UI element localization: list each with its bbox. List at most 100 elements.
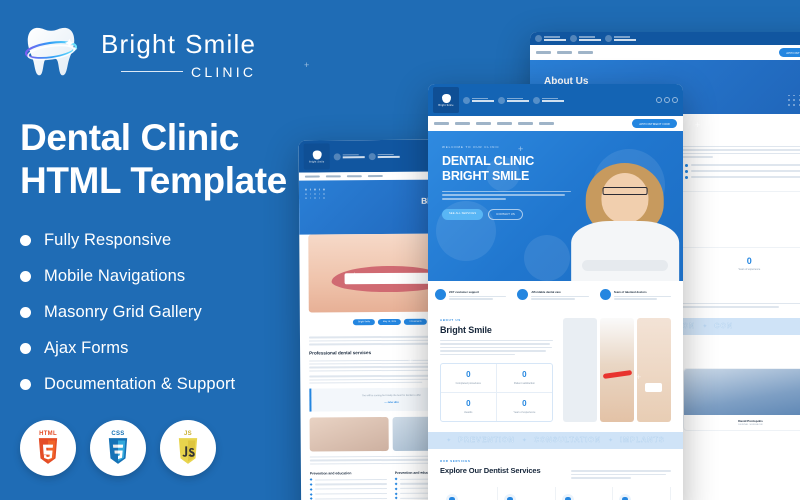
list-item (685, 169, 800, 173)
contact-email (605, 35, 636, 42)
meta-date: May 15, 2024 (377, 319, 402, 326)
mail-icon (533, 96, 540, 104)
nav-item[interactable] (346, 175, 362, 178)
nav-item-services[interactable] (476, 122, 491, 125)
services-grid: Smile designRead More Aesthetic dentistr… (440, 486, 671, 500)
nav-item[interactable] (536, 51, 551, 54)
mockup-logo: Bright Smile (433, 87, 459, 113)
plus-decor-icon: + (352, 270, 358, 280)
team-photo (684, 368, 800, 415)
sparkle-icon: ✦ (608, 438, 614, 445)
headline-line-2: HTML Template (20, 160, 287, 202)
nav-item[interactable] (578, 51, 593, 54)
tooth-icon (503, 493, 516, 500)
page-title: Dental Clinic HTML Template (20, 116, 300, 203)
contact-phone (570, 35, 601, 42)
photo-smile (637, 318, 671, 423)
marquee-item: PREVENTION (458, 437, 515, 445)
list-item: Documentation & Support (20, 375, 300, 394)
nav-item-about[interactable] (455, 122, 470, 125)
list-item (309, 483, 388, 487)
service-card[interactable]: Aesthetic dentistryRead More (498, 486, 556, 500)
appointment-button[interactable]: APPOINTMENT NOW (779, 48, 800, 57)
social-icons[interactable] (656, 97, 678, 103)
service-card[interactable]: Smile designRead More (440, 486, 498, 500)
feature-label: Mobile Navigations (44, 266, 186, 285)
nav-item-contact[interactable] (539, 122, 554, 125)
css3-shield-icon (108, 438, 128, 464)
contact-address (463, 96, 494, 104)
support-icon (435, 289, 446, 300)
stat-number: 0 (522, 369, 527, 379)
services-section: OUR SERVICES Explore Our Dentist Service… (428, 449, 683, 500)
brand-text: Bright Smile CLINIC (92, 27, 256, 80)
about-photo-column (563, 318, 671, 423)
hero-title-line-2: BRIGHT SMILE (442, 168, 530, 183)
nav-item[interactable] (325, 175, 341, 178)
list-item (309, 478, 387, 482)
service-card[interactable]: Surgical tooth extractRead More (613, 486, 671, 500)
stat-item: 0 Awards (441, 393, 497, 422)
list-heading: Prevention and education (309, 471, 352, 476)
hero-copy: WELCOME TO OUR CLINIC DENTAL CLINIC BRIG… (428, 131, 576, 220)
stats-grid: 0 Completed procedures 0 Patient satisfact… (440, 362, 554, 423)
contact-address (535, 35, 566, 42)
team-member-name: David Pontopolis (738, 418, 763, 423)
usp-title: Team of talented doctors (613, 290, 647, 294)
services-marquee: ✦ PREVENTION ✦ CONSULTATION ✦ IMPLANTS (428, 432, 683, 450)
html5-label: HTML (39, 431, 57, 438)
twitter-icon (664, 97, 670, 103)
meta-author: Bright Smile (353, 319, 375, 326)
hero-buttons: SEE ALL SERVICES CONTACT US (442, 208, 576, 220)
feature-label: Documentation & Support (44, 374, 236, 393)
css3-label: CSS (111, 431, 125, 438)
feature-label: Masonry Grid Gallery (44, 302, 202, 321)
nav-item-blog[interactable] (518, 122, 533, 125)
photo-strip (563, 318, 671, 423)
about-section: ABOUT US Bright Smile 0 Completed procedu… (428, 308, 683, 433)
usp-item: Team of talented doctors (599, 289, 676, 300)
toothbrush-icon (602, 370, 632, 380)
js-badge: JS (160, 419, 216, 476)
stat-label: Years of experience (513, 411, 536, 415)
css3-badge: CSS (90, 419, 146, 476)
stat-label: Completed procedures (455, 381, 481, 385)
mail-icon (605, 35, 612, 42)
hero-title-line-1: DENTAL CLINIC (442, 154, 535, 168)
tooth-icon (561, 493, 574, 500)
service-card[interactable]: Teeth cleaningRead More (556, 486, 614, 500)
mockup-logo-text: Bright Smile (438, 103, 454, 107)
mockup-collage: Bright Smile Blog Details HOME · BLOG Br… (280, 0, 800, 500)
contact-us-button[interactable]: CONTACT US (488, 208, 523, 220)
stat-item: 0 Completed procedures (441, 363, 497, 394)
mockup-navbar[interactable]: APPOINTMENT NOW (428, 116, 683, 131)
dental-care-icon (517, 289, 529, 300)
see-all-services-button[interactable]: SEE ALL SERVICES (442, 208, 484, 220)
promo-left-panel: Bright Smile CLINIC Dental Clinic HTML Te… (0, 0, 320, 500)
mockup-navbar[interactable]: APPOINTMENT NOW (530, 45, 800, 60)
location-icon (463, 96, 470, 104)
plus-decor-icon: + (695, 120, 701, 130)
brand-divider (121, 70, 184, 73)
html5-shield-icon (38, 438, 58, 464)
nav-item-home[interactable] (434, 122, 449, 125)
js-label: JS (184, 431, 192, 438)
feature-label: Ajax Forms (44, 338, 129, 357)
home-page-mockup: Bright Smile APPOINTMENT NOW WELCOME TO … (428, 84, 683, 500)
usp-item: Affordable dental care (517, 289, 593, 300)
brand-subline: CLINIC (92, 64, 256, 80)
meta-comments: 3 Comments (404, 319, 427, 326)
section-eyebrow: OUR SERVICES (440, 459, 471, 464)
appointment-button[interactable]: APPOINTMENT NOW (632, 119, 677, 128)
tooth-icon (20, 22, 82, 84)
plus-decor-icon: + (518, 144, 524, 154)
nav-item[interactable] (367, 175, 383, 178)
nav-item[interactable] (557, 51, 572, 54)
nav-item-pages[interactable] (497, 122, 512, 125)
team-member-card[interactable]: David Pontopolis DENTAL SURGEON (683, 367, 800, 431)
marquee-item: CON (714, 322, 734, 330)
usp-row: 24/7 customer support Affordable dental … (428, 281, 683, 308)
location-icon (333, 152, 341, 160)
js-shield-icon (178, 438, 198, 464)
doctors-icon (599, 289, 611, 300)
